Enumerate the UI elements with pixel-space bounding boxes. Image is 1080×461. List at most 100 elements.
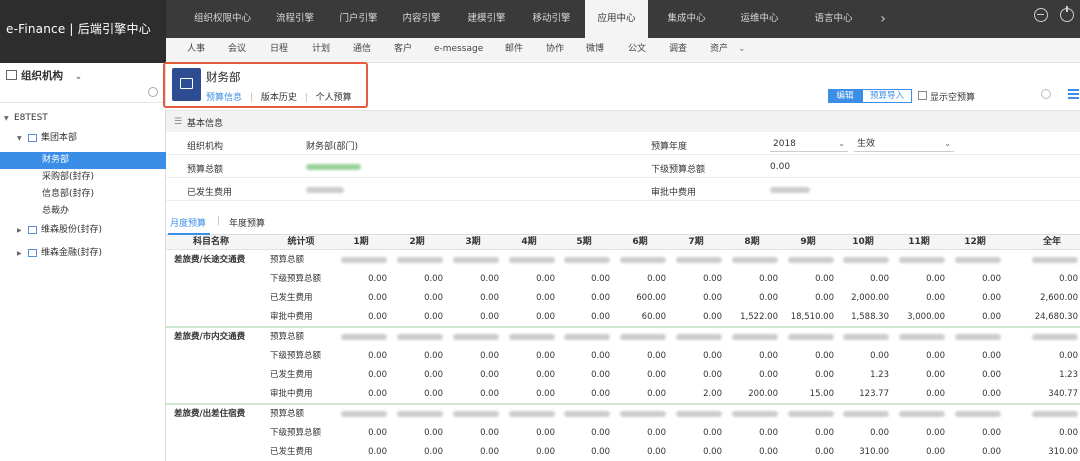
- table-cell[interactable]: 0.00: [558, 347, 610, 366]
- table-cell[interactable]: 0.00: [949, 366, 1001, 385]
- table-cell[interactable]: 0.00: [670, 308, 722, 327]
- table-cell[interactable]: 0.00: [503, 385, 555, 404]
- tree-item[interactable]: ▶ 维森金融(封存): [0, 245, 166, 262]
- table-cell[interactable]: 0.00: [503, 270, 555, 289]
- table-cell[interactable]: 0.00: [335, 424, 387, 443]
- sidebar-search[interactable]: [0, 85, 166, 103]
- sub-tab-12[interactable]: 资产: [710, 38, 728, 62]
- table-cell[interactable]: 0.00: [670, 289, 722, 308]
- table-cell[interactable]: 0.00: [447, 289, 499, 308]
- table-cell[interactable]: 0.00: [837, 424, 889, 443]
- table-cell[interactable]: 2.00: [670, 385, 722, 404]
- table-cell[interactable]: 0.00: [503, 424, 555, 443]
- table-cell[interactable]: 0.00: [447, 424, 499, 443]
- table-cell[interactable]: 0.00: [335, 443, 387, 461]
- table-cell[interactable]: 0.00: [782, 424, 834, 443]
- table-cell[interactable]: 0.00: [726, 289, 778, 308]
- table-cell[interactable]: 0.00: [391, 347, 443, 366]
- chevron-down-icon[interactable]: ⌄: [75, 72, 83, 82]
- table-cell[interactable]: 0.00: [949, 385, 1001, 404]
- table-cell[interactable]: 0.00: [391, 424, 443, 443]
- table-cell[interactable]: 0.00: [447, 347, 499, 366]
- top-tab-6[interactable]: 应用中心: [585, 0, 648, 38]
- table-cell[interactable]: 2,600.00: [1026, 289, 1078, 308]
- table-cell[interactable]: 0.00: [335, 289, 387, 308]
- minus-circle-icon[interactable]: [1034, 8, 1048, 22]
- tree-item[interactable]: ▶ 维森股份(封存): [0, 222, 166, 239]
- column-header[interactable]: 2期: [389, 235, 445, 250]
- table-cell[interactable]: 0.00: [558, 385, 610, 404]
- top-tab-4[interactable]: 建模引擎: [455, 0, 518, 38]
- sub-tab-9[interactable]: 微博: [586, 38, 604, 62]
- sidebar-header[interactable]: 组织机构 ⌄: [0, 63, 165, 85]
- sub-tab-6[interactable]: e-message: [434, 38, 483, 62]
- column-header[interactable]: 全年: [1024, 235, 1080, 250]
- table-cell[interactable]: 0.00: [949, 270, 1001, 289]
- menu-icon[interactable]: ☰: [174, 117, 182, 127]
- sub-tab-5[interactable]: 客户: [394, 38, 412, 62]
- sub-tab-10[interactable]: 公文: [628, 38, 646, 62]
- column-header[interactable]: 1期: [333, 235, 389, 250]
- top-tab-8[interactable]: 运维中心: [725, 0, 794, 38]
- table-cell[interactable]: 600.00: [614, 289, 666, 308]
- table-cell[interactable]: 0.00: [447, 270, 499, 289]
- column-header[interactable]: 11期: [891, 235, 947, 250]
- sub-tab-8[interactable]: 协作: [546, 38, 564, 62]
- table-cell[interactable]: 123.77: [837, 385, 889, 404]
- table-cell[interactable]: 0.00: [335, 366, 387, 385]
- table-cell[interactable]: 0.00: [1026, 270, 1078, 289]
- table-cell[interactable]: 0.00: [893, 366, 945, 385]
- table-cell[interactable]: 0.00: [949, 347, 1001, 366]
- table-cell[interactable]: 0.00: [670, 443, 722, 461]
- table-cell[interactable]: 0.00: [837, 347, 889, 366]
- column-header[interactable]: 10期: [835, 235, 891, 250]
- table-cell[interactable]: 0.00: [726, 443, 778, 461]
- expand-icon[interactable]: ▶: [17, 222, 22, 239]
- status-select[interactable]: 生效 ⌄: [854, 136, 954, 152]
- column-header[interactable]: 8期: [724, 235, 780, 250]
- column-header[interactable]: 3期: [445, 235, 501, 250]
- sub-tab-2[interactable]: 日程: [270, 38, 288, 62]
- table-cell[interactable]: 0.00: [949, 308, 1001, 327]
- tree-item[interactable]: 总裁办: [0, 203, 166, 220]
- sub-tab-4[interactable]: 通信: [353, 38, 371, 62]
- table-cell[interactable]: 0.00: [558, 289, 610, 308]
- table-cell[interactable]: 60.00: [614, 308, 666, 327]
- table-cell[interactable]: 0.00: [447, 308, 499, 327]
- table-cell[interactable]: 0.00: [670, 347, 722, 366]
- top-tab-3[interactable]: 内容引擎: [388, 0, 455, 38]
- table-cell[interactable]: 0.00: [503, 443, 555, 461]
- table-cell[interactable]: 0.00: [558, 366, 610, 385]
- sub-tab-0[interactable]: 人事: [187, 38, 205, 62]
- table-cell[interactable]: 0.00: [614, 366, 666, 385]
- search-icon[interactable]: [148, 87, 158, 97]
- table-cell[interactable]: 0.00: [726, 270, 778, 289]
- list-view-icon[interactable]: [1068, 89, 1079, 99]
- show-empty-checkbox[interactable]: [918, 91, 927, 100]
- table-cell[interactable]: 340.77: [1026, 385, 1078, 404]
- table-cell[interactable]: 2,000.00: [837, 289, 889, 308]
- table-cell[interactable]: 0.00: [670, 366, 722, 385]
- table-cell[interactable]: 0.00: [949, 289, 1001, 308]
- table-cell[interactable]: 1,522.00: [726, 308, 778, 327]
- table-cell[interactable]: 24,680.30: [1026, 308, 1078, 327]
- table-cell[interactable]: 0.00: [391, 385, 443, 404]
- table-cell[interactable]: 0.00: [335, 347, 387, 366]
- sub-tab-7[interactable]: 邮件: [505, 38, 523, 62]
- table-cell[interactable]: 3,000.00: [893, 308, 945, 327]
- tab-annual-budget[interactable]: 年度预算: [229, 216, 265, 229]
- column-header[interactable]: 12期: [947, 235, 1003, 250]
- top-tab-7[interactable]: 集成中心: [648, 0, 725, 38]
- table-cell[interactable]: 0.00: [893, 289, 945, 308]
- table-cell[interactable]: 0.00: [1026, 347, 1078, 366]
- table-cell[interactable]: 18,510.00: [782, 308, 834, 327]
- top-tab-1[interactable]: 流程引擎: [261, 0, 329, 38]
- table-cell[interactable]: 0.00: [782, 443, 834, 461]
- table-cell[interactable]: 0.00: [503, 308, 555, 327]
- table-cell[interactable]: 0.00: [558, 443, 610, 461]
- top-tab-5[interactable]: 移动引擎: [518, 0, 585, 38]
- collapse-icon[interactable]: ▼: [17, 130, 22, 147]
- table-cell[interactable]: 0.00: [893, 443, 945, 461]
- table-cell[interactable]: 1.23: [1026, 366, 1078, 385]
- column-header[interactable]: 7期: [668, 235, 724, 250]
